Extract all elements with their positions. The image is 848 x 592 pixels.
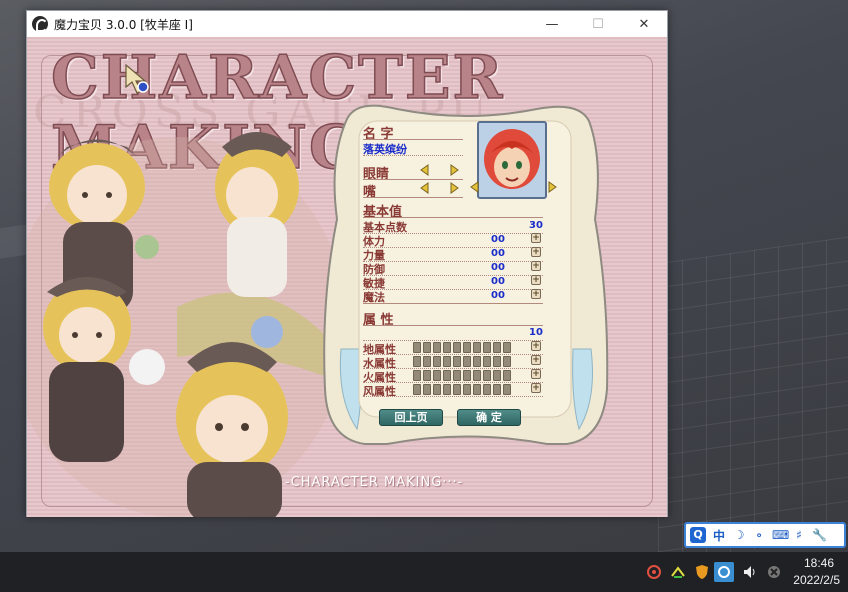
divider [363,155,463,156]
volume-icon[interactable] [742,564,758,580]
element-slots [413,384,511,395]
wrench-icon[interactable]: 🔧 [812,528,827,542]
maximize-button[interactable]: ☐ [575,11,621,37]
confirm-button[interactable]: 确 定 [457,409,521,426]
stat-increase-button[interactable]: + [531,261,541,271]
keyboard-icon[interactable]: ⌨ [772,528,789,542]
panel-content: 名 字 落英缤纷 眼睛 嘴 基本值 基本点数 30 体力 00 + 力量 00 … [363,121,559,398]
stat-value: 00 [491,290,505,301]
divider [363,325,543,326]
punctuation-icon[interactable]: ∘ [752,528,766,542]
game-window: 魔力宝贝 3.0.0 [牧羊座 I] — ☐ ✕ CROSS GATE PU C… [26,10,668,517]
stat-increase-button[interactable]: + [531,247,541,257]
clock-time[interactable]: 18:46 [804,556,834,570]
element-slots [413,342,511,353]
divider [363,139,463,140]
stat-value: 00 [491,234,505,245]
taskbar: 18:46 2022/2/5 [0,552,848,592]
divider [363,275,543,276]
ime-toolbar: Q 中 ☽ ∘ ⌨ ♯ 🔧 [684,522,846,548]
app-tray-icon[interactable] [714,562,734,582]
divider [363,261,543,262]
bottom-caption: -CHARACTER MAKING···- [285,475,464,490]
character-portrait [477,121,547,199]
stat-value: 00 [491,262,505,273]
game-canvas[interactable]: CROSS GATE PU CHARACTER MAKING 名 字 落英缤纷 … [27,37,667,517]
stat-increase-button[interactable]: + [531,275,541,285]
element-increase-button[interactable]: + [531,383,541,393]
network-activity-icon[interactable] [646,564,662,580]
ime-chinese-mode[interactable]: 中 [712,527,726,544]
divider [363,289,543,290]
stat-increase-button[interactable]: + [531,289,541,299]
window-title: 魔力宝贝 3.0.0 [牧羊座 I] [54,17,193,32]
base-points-value: 30 [529,220,543,231]
divider [363,179,463,180]
divider [363,247,543,248]
element-increase-button[interactable]: + [531,341,541,351]
back-button[interactable]: 回上页 [379,409,443,426]
character-creation-panel: 名 字 落英缤纷 眼睛 嘴 基本值 基本点数 30 体力 00 + 力量 00 … [317,99,617,469]
portrait-next-arrow-icon[interactable] [547,181,558,193]
element-slots [413,356,511,367]
element-slots [413,370,511,381]
stat-value: 00 [491,276,505,287]
element-increase-button[interactable]: + [531,369,541,379]
app-icon [32,16,48,32]
portrait-prev-arrow-icon[interactable] [469,181,480,193]
characters-illustration [27,132,347,517]
eyes-prev-arrow-icon[interactable] [419,164,430,176]
stat-increase-button[interactable]: + [531,233,541,243]
divider [363,217,543,218]
symbol-icon[interactable]: ♯ [792,528,806,542]
element-increase-button[interactable]: + [531,355,541,365]
disconnected-icon[interactable] [766,564,782,580]
clock-date[interactable]: 2022/2/5 [793,573,840,587]
shield-icon[interactable] [694,564,710,580]
mouth-next-arrow-icon[interactable] [449,182,460,194]
mouth-prev-arrow-icon[interactable] [419,182,430,194]
divider [363,233,543,234]
stat-value: 00 [491,248,505,259]
ime-logo-icon[interactable]: Q [690,527,706,543]
divider [363,197,463,198]
title-bar[interactable]: 魔力宝贝 3.0.0 [牧羊座 I] — ☐ ✕ [27,11,667,37]
pointer-cursor-icon [125,63,149,94]
minimize-button[interactable]: — [529,11,575,37]
desktop-grid-decoration [658,236,848,552]
eyes-next-arrow-icon[interactable] [449,164,460,176]
chevron-up-icon[interactable] [670,564,686,580]
moon-icon[interactable]: ☽ [732,528,746,542]
close-button[interactable]: ✕ [621,11,667,37]
attribute-points-value: 10 [529,327,543,338]
divider [363,396,543,397]
divider [363,303,543,304]
